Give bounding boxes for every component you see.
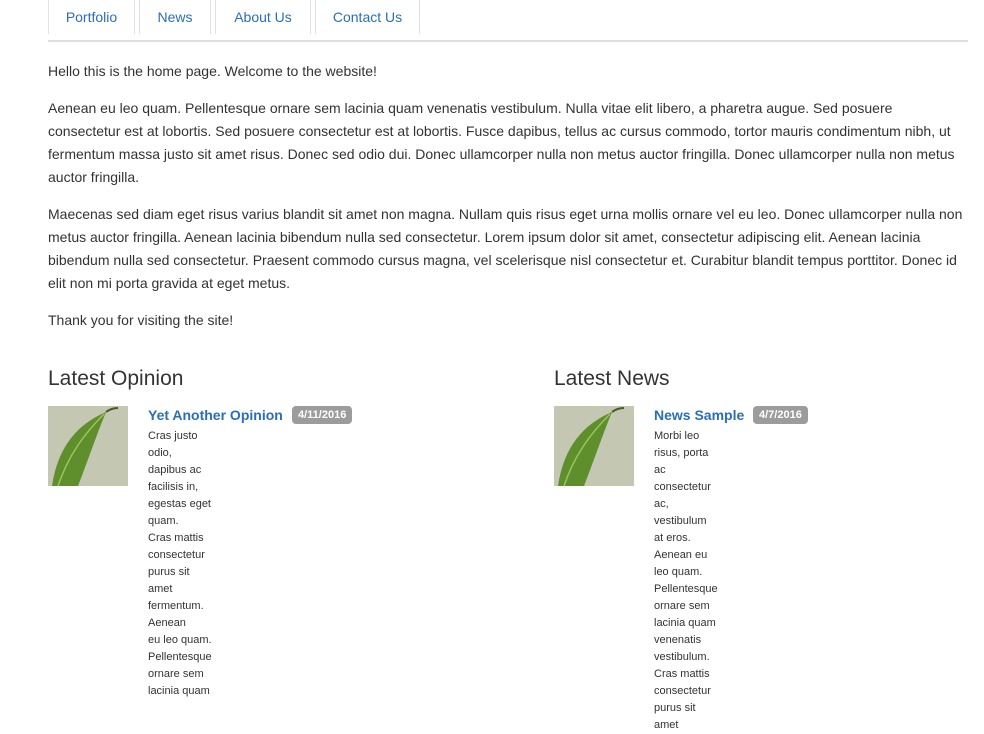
leaf-thumbnail-image[interactable] <box>554 406 634 486</box>
news-article-title[interactable]: News Sample <box>654 406 744 424</box>
leaf-thumbnail-image[interactable] <box>48 406 128 486</box>
excerpt-line: Aenean eu leo quam. Pellentesque ornare … <box>654 549 718 629</box>
leaf-icon <box>48 406 128 486</box>
excerpt-line: Cras mattis consectetur purus sit amet f… <box>148 532 205 629</box>
excerpt-line: Cras justo odio, dapibus ac facilisis in… <box>148 430 211 527</box>
excerpt-line: venenatis vestibulum. Cras mattis consec… <box>654 634 711 731</box>
latest-news-heading: Latest News <box>554 367 670 390</box>
news-date-badge: 4/7/2016 <box>753 406 808 424</box>
greeting-text: Hello this is the home page. Welcome to … <box>48 63 377 79</box>
excerpt-line: eu leo quam. Pellentesque ornare sem lac… <box>148 634 212 697</box>
closing-text: Thank you for visiting the site! <box>48 312 234 328</box>
opinion-date-badge: 4/11/2016 <box>292 406 353 424</box>
latest-opinion-heading: Latest Opinion <box>48 367 184 390</box>
body-paragraph-1: Aenean eu leo quam. Pellentesque ornare … <box>48 100 955 185</box>
body-paragraph-2: Maecenas sed diam eget risus varius blan… <box>48 206 963 291</box>
main-nav: Portfolio News About Us Contact Us <box>48 0 968 42</box>
page-container: Portfolio News About Us Contact Us Hello… <box>48 0 968 731</box>
excerpt-line: Morbi leo risus, porta ac consectetur ac… <box>654 430 711 544</box>
opinion-article-excerpt: Cras justo odio, dapibus ac facilisis in… <box>148 428 212 700</box>
news-article-excerpt: Morbi leo risus, porta ac consectetur ac… <box>654 428 718 734</box>
tab-about-us[interactable]: About Us <box>215 0 311 34</box>
tab-news[interactable]: News <box>139 0 211 34</box>
latest-opinion-section: Latest Opinion Yet Another Opinion 4/11/… <box>48 364 468 697</box>
leaf-icon <box>554 406 634 486</box>
tab-portfolio[interactable]: Portfolio <box>48 0 135 34</box>
latest-news-section: Latest News News Sample 4/7/2016 Morbi l… <box>554 364 968 731</box>
tab-contact-us[interactable]: Contact Us <box>315 0 420 34</box>
opinion-article-title[interactable]: Yet Another Opinion <box>148 406 283 424</box>
